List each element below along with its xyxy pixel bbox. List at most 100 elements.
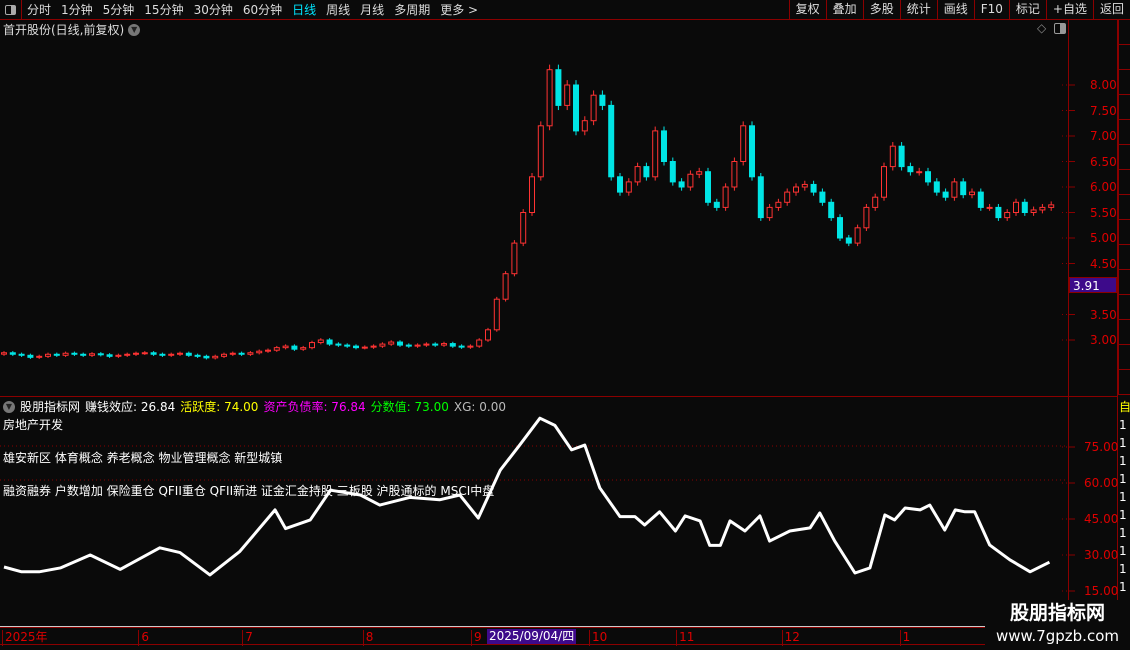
side-tab[interactable]	[1118, 95, 1130, 120]
candle-body	[863, 206, 870, 229]
side-tab[interactable]	[1118, 295, 1130, 320]
concept-line: 房地产开发	[3, 418, 64, 432]
candle-body	[53, 353, 60, 356]
candle-body	[713, 201, 720, 208]
side-value: 1	[1119, 436, 1127, 450]
candle-body	[141, 352, 148, 355]
indicator-value: 活跃度: 74.00	[180, 400, 259, 414]
side-tab[interactable]	[1118, 195, 1130, 220]
candle-body	[969, 191, 975, 196]
side-tab[interactable]	[1118, 370, 1130, 395]
candle-body	[916, 171, 923, 174]
candle-body	[942, 191, 949, 198]
candlestick-chart[interactable]	[0, 0, 1118, 627]
concept-line: 雄安新区 体育概念 养老概念 物业管理概念 新型城镇	[3, 451, 283, 465]
side-tab[interactable]	[1118, 120, 1130, 145]
candle-body	[405, 344, 412, 347]
candle-body	[977, 191, 984, 208]
candle-body	[150, 352, 157, 355]
side-tab[interactable]	[1118, 70, 1130, 95]
current-price-label: 3.91	[1069, 277, 1117, 293]
candle-body	[828, 201, 835, 219]
watermark-url: www.7gpzb.com	[996, 627, 1119, 645]
candle-body	[502, 273, 509, 300]
candle-body	[740, 125, 747, 163]
side-tab[interactable]	[1118, 345, 1130, 370]
side-tab[interactable]	[1118, 20, 1130, 45]
candle-body	[925, 171, 931, 183]
price-tick: 8.00	[1090, 78, 1117, 92]
candle-body	[784, 191, 791, 203]
candle-body	[177, 352, 183, 355]
indicator-name[interactable]: 股朋指标网	[20, 398, 80, 415]
candle-body	[625, 181, 632, 193]
side-tab[interactable]	[1118, 270, 1130, 295]
candle-body	[889, 145, 896, 168]
candle-body	[520, 212, 527, 244]
candle-body	[71, 352, 78, 355]
side-tab[interactable]	[1118, 245, 1130, 270]
candle-body	[203, 355, 210, 359]
side-value: 1	[1119, 472, 1127, 486]
side-tab[interactable]	[1118, 170, 1130, 195]
candle-body	[344, 344, 351, 347]
price-tick: 6.50	[1090, 154, 1117, 169]
candle-body	[687, 173, 694, 188]
candle-body	[80, 353, 87, 356]
side-value: 自	[1119, 400, 1130, 414]
candle-body	[423, 343, 430, 346]
candle-body	[168, 353, 175, 356]
candle-body	[229, 352, 236, 355]
candle-body	[845, 237, 852, 244]
side-value: 1	[1119, 526, 1127, 540]
price-tick: 6.00	[1090, 180, 1117, 194]
side-tab[interactable]	[1118, 220, 1130, 245]
candle-body	[379, 343, 386, 347]
candle-body	[1013, 201, 1019, 214]
candle-body	[995, 206, 1002, 219]
side-tab[interactable]	[1118, 145, 1130, 170]
candle-body	[661, 130, 667, 162]
time-label: 1	[899, 630, 910, 646]
candle-body	[185, 352, 192, 356]
price-tick: 5.50	[1090, 205, 1117, 220]
price-tick: 7.50	[1090, 103, 1117, 118]
side-value: 1	[1119, 454, 1127, 468]
indicator-tick: 75.00	[1084, 440, 1119, 454]
candle-body	[256, 350, 263, 354]
candle-body	[705, 171, 711, 203]
candle-body	[775, 201, 782, 208]
indicator-value: 分数值: 73.00	[370, 400, 449, 414]
side-value: 1	[1119, 508, 1127, 522]
candle-body	[265, 349, 271, 352]
candle-body	[564, 84, 571, 106]
candle-body	[89, 353, 95, 356]
panel-divider[interactable]	[0, 396, 1118, 397]
candle-body	[45, 353, 51, 357]
candle-body	[537, 125, 544, 178]
price-tick: 3.00	[1090, 333, 1117, 347]
candle-body	[749, 125, 755, 178]
candle-body	[854, 227, 861, 244]
time-label: 8	[362, 630, 373, 646]
candle-body	[722, 186, 729, 208]
candle-body	[1039, 206, 1046, 211]
time-label: 11	[676, 630, 694, 646]
side-tab[interactable]	[1118, 45, 1130, 70]
candle-body	[335, 343, 342, 346]
candle-body	[951, 181, 958, 198]
indicator-tick: 45.00	[1084, 512, 1119, 526]
candle-body	[1, 352, 7, 355]
price-tick: 7.00	[1090, 129, 1117, 143]
candle-body	[397, 341, 403, 346]
chevron-down-icon[interactable]: ▼	[3, 400, 15, 413]
candle-body	[599, 94, 606, 106]
candle-body	[353, 345, 359, 349]
time-label: 10	[588, 630, 607, 646]
candle-body	[898, 145, 905, 168]
side-tab[interactable]	[1118, 320, 1130, 345]
side-value: 1	[1119, 544, 1127, 558]
candle-body	[590, 94, 597, 122]
candle-body	[36, 355, 43, 358]
candle-body	[124, 353, 131, 356]
